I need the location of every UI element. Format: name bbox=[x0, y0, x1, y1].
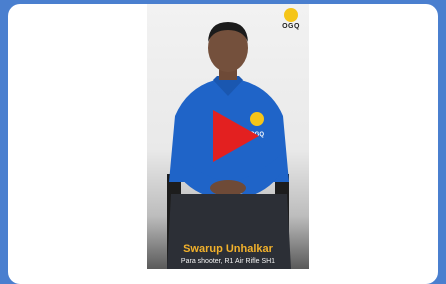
play-button[interactable] bbox=[209, 108, 261, 164]
athlete-role: Para shooter, R1 Air Rifle SH1 bbox=[180, 258, 276, 265]
play-icon bbox=[213, 110, 259, 162]
video-player[interactable]: OGQ OGQ Swarup Unhalkar Para shooter, R1… bbox=[147, 4, 309, 269]
logo-text: OGQ bbox=[282, 23, 300, 30]
ogq-logo-icon bbox=[284, 8, 298, 22]
ogq-logo: OGQ bbox=[279, 8, 303, 30]
video-caption: Swarup Unhalkar Para shooter, R1 Air Rif… bbox=[147, 243, 309, 265]
athlete-name: Swarup Unhalkar bbox=[183, 243, 273, 255]
